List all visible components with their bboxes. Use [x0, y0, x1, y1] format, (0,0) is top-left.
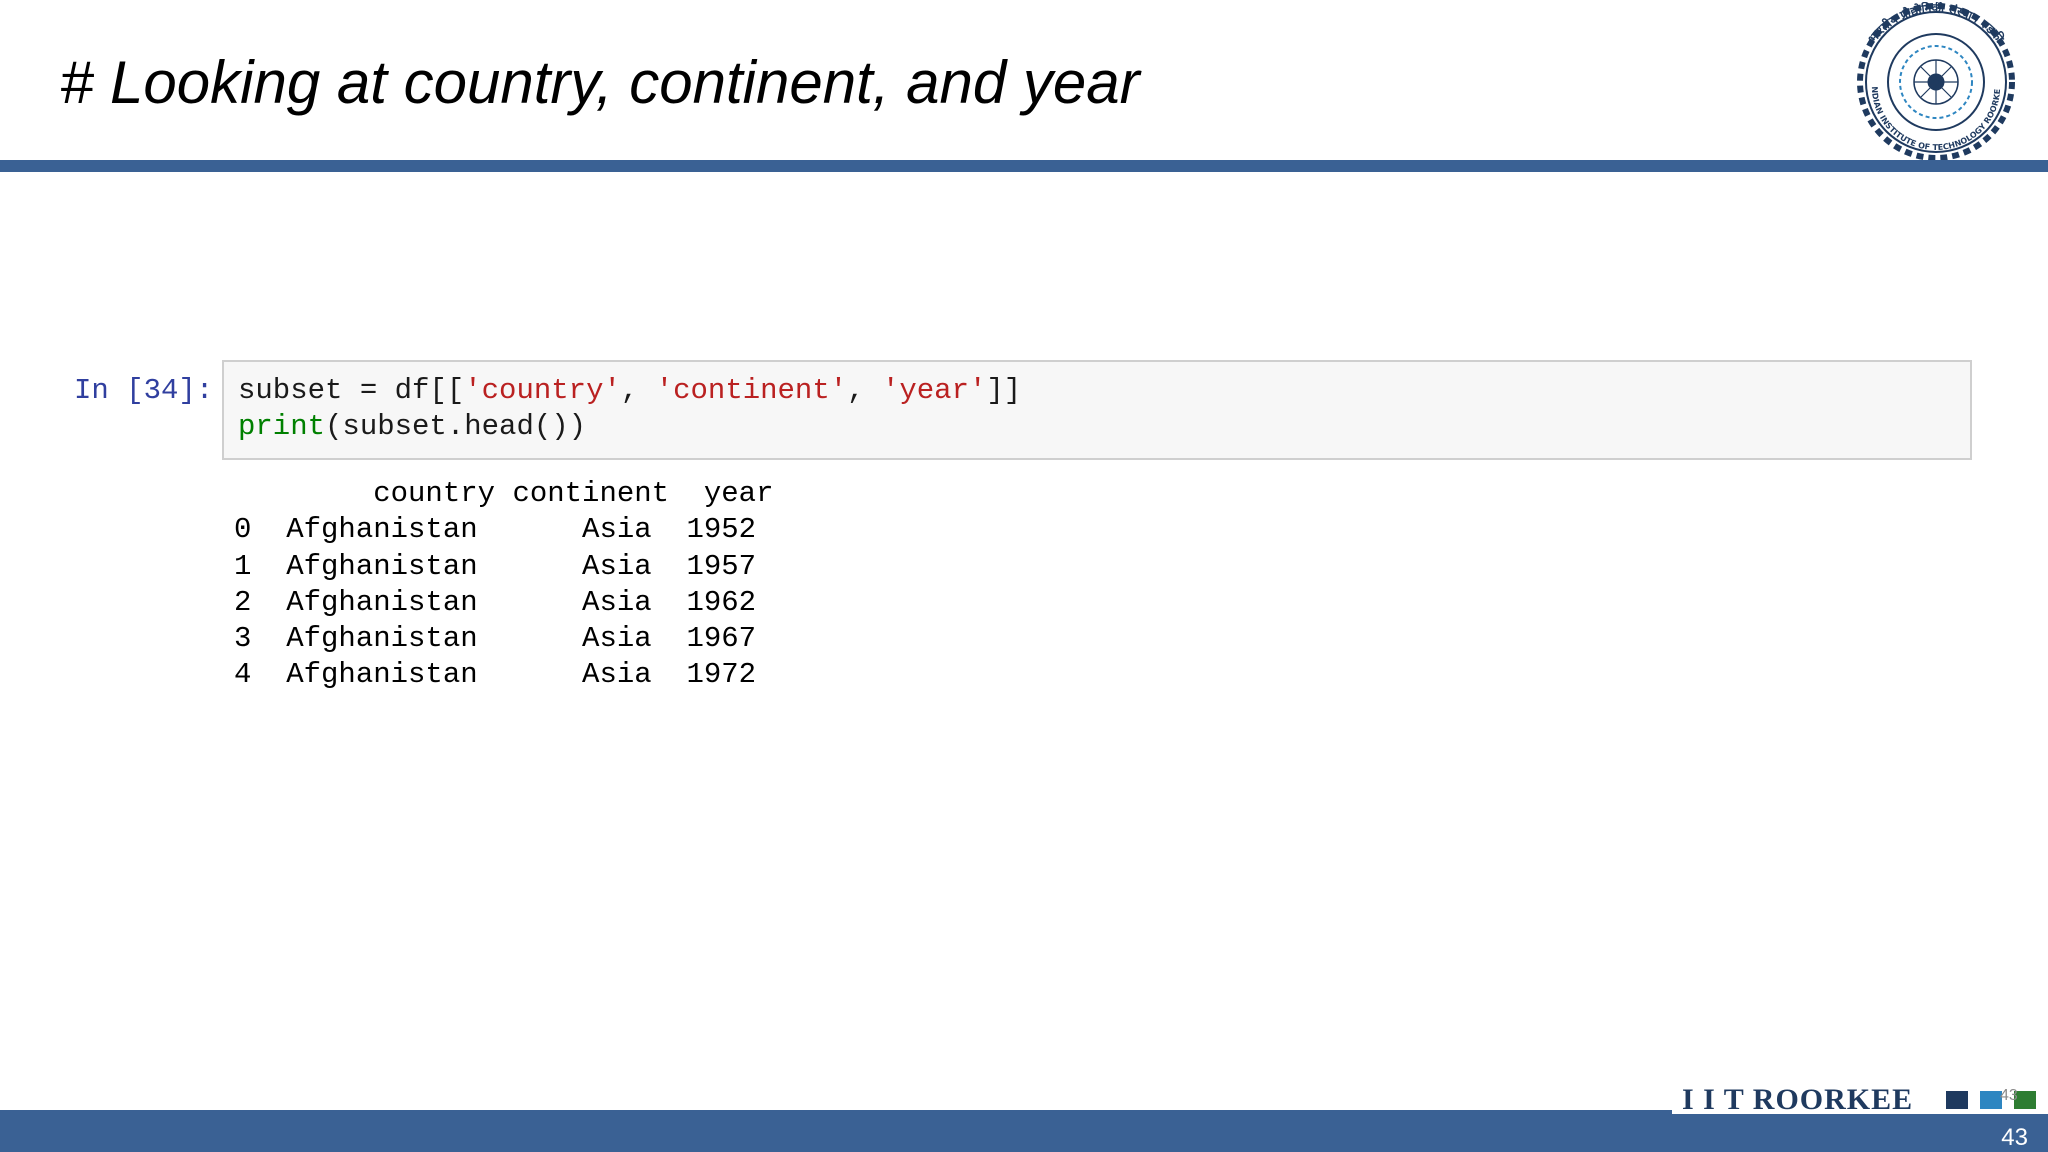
code-line-1: subset = df[['country', 'continent', 'ye…	[238, 374, 1021, 407]
code-text: ,	[847, 374, 882, 407]
iit-roorkee-logo-icon: भारतीय प्रौद्योगिकी संस्थान रुड़की INDIA…	[1832, 2, 2015, 161]
brand-square-dark-icon	[1946, 1091, 1968, 1109]
cell-output: country continent year 0 Afghanistan Asi…	[234, 477, 774, 692]
header-divider	[0, 160, 2048, 172]
cell-prompt: In [34]:	[74, 374, 214, 407]
code-builtin: print	[238, 410, 326, 443]
page-number-small: 43	[2000, 1087, 2018, 1104]
brand-square-light-icon	[1980, 1091, 2002, 1109]
code-text: ]]	[986, 374, 1022, 407]
brand-wordmark: I I T ROORKEE	[1682, 1083, 1914, 1116]
code-string: 'year'	[881, 374, 987, 407]
svg-text:भारतीय प्रौद्योगिकी संस्थान रु: भारतीय प्रौद्योगिकी संस्थान रुड़की	[1865, 2, 2007, 46]
code-string: 'country'	[464, 374, 621, 407]
code-text: (subset.head())	[325, 410, 587, 443]
code-line-2: print(subset.head())	[238, 410, 586, 443]
page-number: 43	[2001, 1124, 2028, 1151]
code-text: subset = df[[	[238, 374, 465, 407]
code-text: ,	[620, 374, 656, 407]
slide-title: # Looking at country, continent, and yea…	[60, 49, 1140, 116]
code-string: 'continent'	[655, 374, 848, 407]
code-cell[interactable]: subset = df[['country', 'continent', 'ye…	[222, 360, 1972, 460]
logo-outer-text: भारतीय प्रौद्योगिकी संस्थान रुड़की	[1865, 2, 2007, 46]
